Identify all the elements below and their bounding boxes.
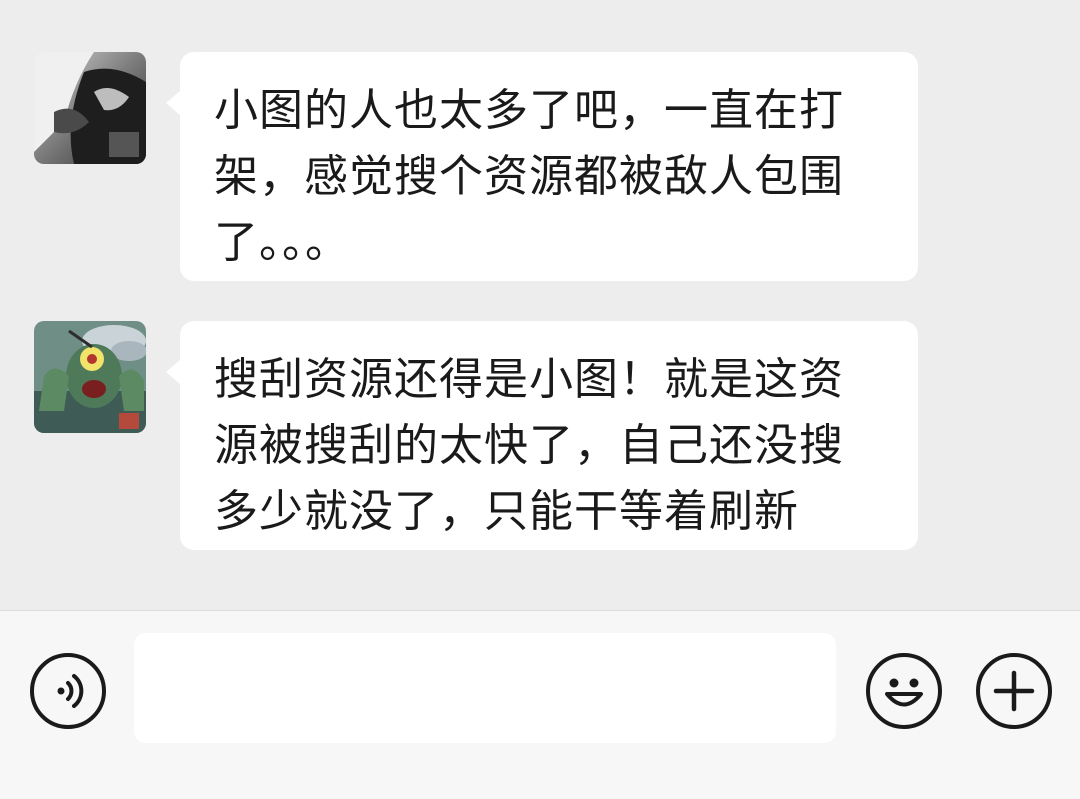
input-bar	[0, 610, 1080, 799]
avatar-image	[34, 321, 146, 433]
emoji-icon	[885, 678, 923, 707]
message-row: 小图的人也太多了吧，一直在打架，感觉搜个资源都被敌人包围了。。。	[0, 52, 1080, 282]
message-text: 搜刮资源还得是小图！就是这资源被搜刮的太快了，自己还没搜多少就没了，只能干等着刷…	[214, 354, 844, 537]
message-row: 搜刮资源还得是小图！就是这资源被搜刮的太快了，自己还没搜多少就没了，只能干等着刷…	[0, 321, 1080, 551]
voice-icon	[57, 674, 84, 708]
avatar[interactable]	[34, 52, 146, 164]
chat-area: 小图的人也太多了吧，一直在打架，感觉搜个资源都被敌人包围了。。。 搜刮资源还得是…	[0, 0, 1080, 610]
emoji-button[interactable]	[866, 653, 942, 729]
message-bubble[interactable]: 小图的人也太多了吧，一直在打架，感觉搜个资源都被敌人包围了。。。	[166, 52, 918, 281]
message-text: 小图的人也太多了吧，一直在打架，感觉搜个资源都被敌人包围了。。。	[214, 85, 844, 268]
message-bubble[interactable]: 搜刮资源还得是小图！就是这资源被搜刮的太快了，自己还没搜多少就没了，只能干等着刷…	[166, 321, 918, 550]
avatar[interactable]	[34, 321, 146, 433]
more-button[interactable]	[976, 653, 1052, 729]
message-input[interactable]	[134, 633, 836, 743]
voice-button[interactable]	[30, 653, 106, 729]
plus-icon	[993, 670, 1035, 712]
avatar-image	[34, 52, 146, 164]
